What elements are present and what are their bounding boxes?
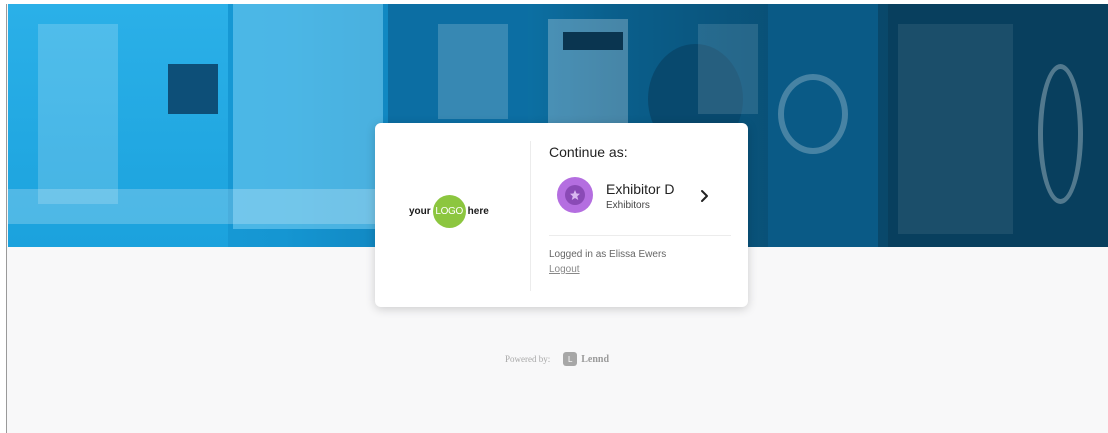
account-option-exhibitor-d[interactable]: Exhibitor D Exhibitors <box>555 175 725 217</box>
powered-by: Powered by: L Lennd <box>505 352 609 366</box>
horizontal-divider <box>549 235 731 236</box>
hero-bg-shape <box>1038 64 1083 204</box>
hero-bg-shape <box>38 24 118 204</box>
powered-by-label: Powered by: <box>505 354 551 364</box>
logout-link[interactable]: Logout <box>549 264 580 275</box>
page: your LOGO here Continue as: Exhibitor D … <box>0 0 1108 433</box>
hero-bg-shape <box>563 32 623 50</box>
hero-top-strip <box>0 0 1108 4</box>
lennd-icon-letter: L <box>568 354 573 364</box>
lennd-brand-name[interactable]: Lennd <box>581 354 609 365</box>
hero-bg-shape <box>8 189 388 224</box>
avatar-inner <box>565 185 585 205</box>
hero-bg-shape <box>168 64 218 114</box>
avatar <box>557 177 593 213</box>
lennd-logo-icon: L <box>563 352 578 366</box>
window-edge <box>0 0 7 433</box>
star-icon <box>570 190 580 200</box>
account-name: Exhibitor D <box>606 181 675 197</box>
logo-area: your LOGO here <box>375 123 530 307</box>
company-logo: your LOGO here <box>409 194 489 228</box>
logo-right-text: here <box>467 205 489 217</box>
logged-in-text: Logged in as Elissa Ewers <box>549 249 667 260</box>
logo-circle: LOGO <box>432 194 466 228</box>
account-role: Exhibitors <box>606 200 650 211</box>
chevron-right-icon[interactable] <box>698 187 712 205</box>
hero-bg-shape <box>698 24 758 114</box>
logo-circle-text: LOGO <box>435 205 464 217</box>
vertical-divider <box>530 141 531 291</box>
logo-left-text: your <box>409 205 431 217</box>
continue-card: your LOGO here Continue as: Exhibitor D … <box>375 123 748 307</box>
hero-bg-shape <box>438 24 508 119</box>
continue-title: Continue as: <box>549 144 628 160</box>
hero-bg-shape <box>898 24 1013 234</box>
hero-bg-shape <box>778 74 848 154</box>
